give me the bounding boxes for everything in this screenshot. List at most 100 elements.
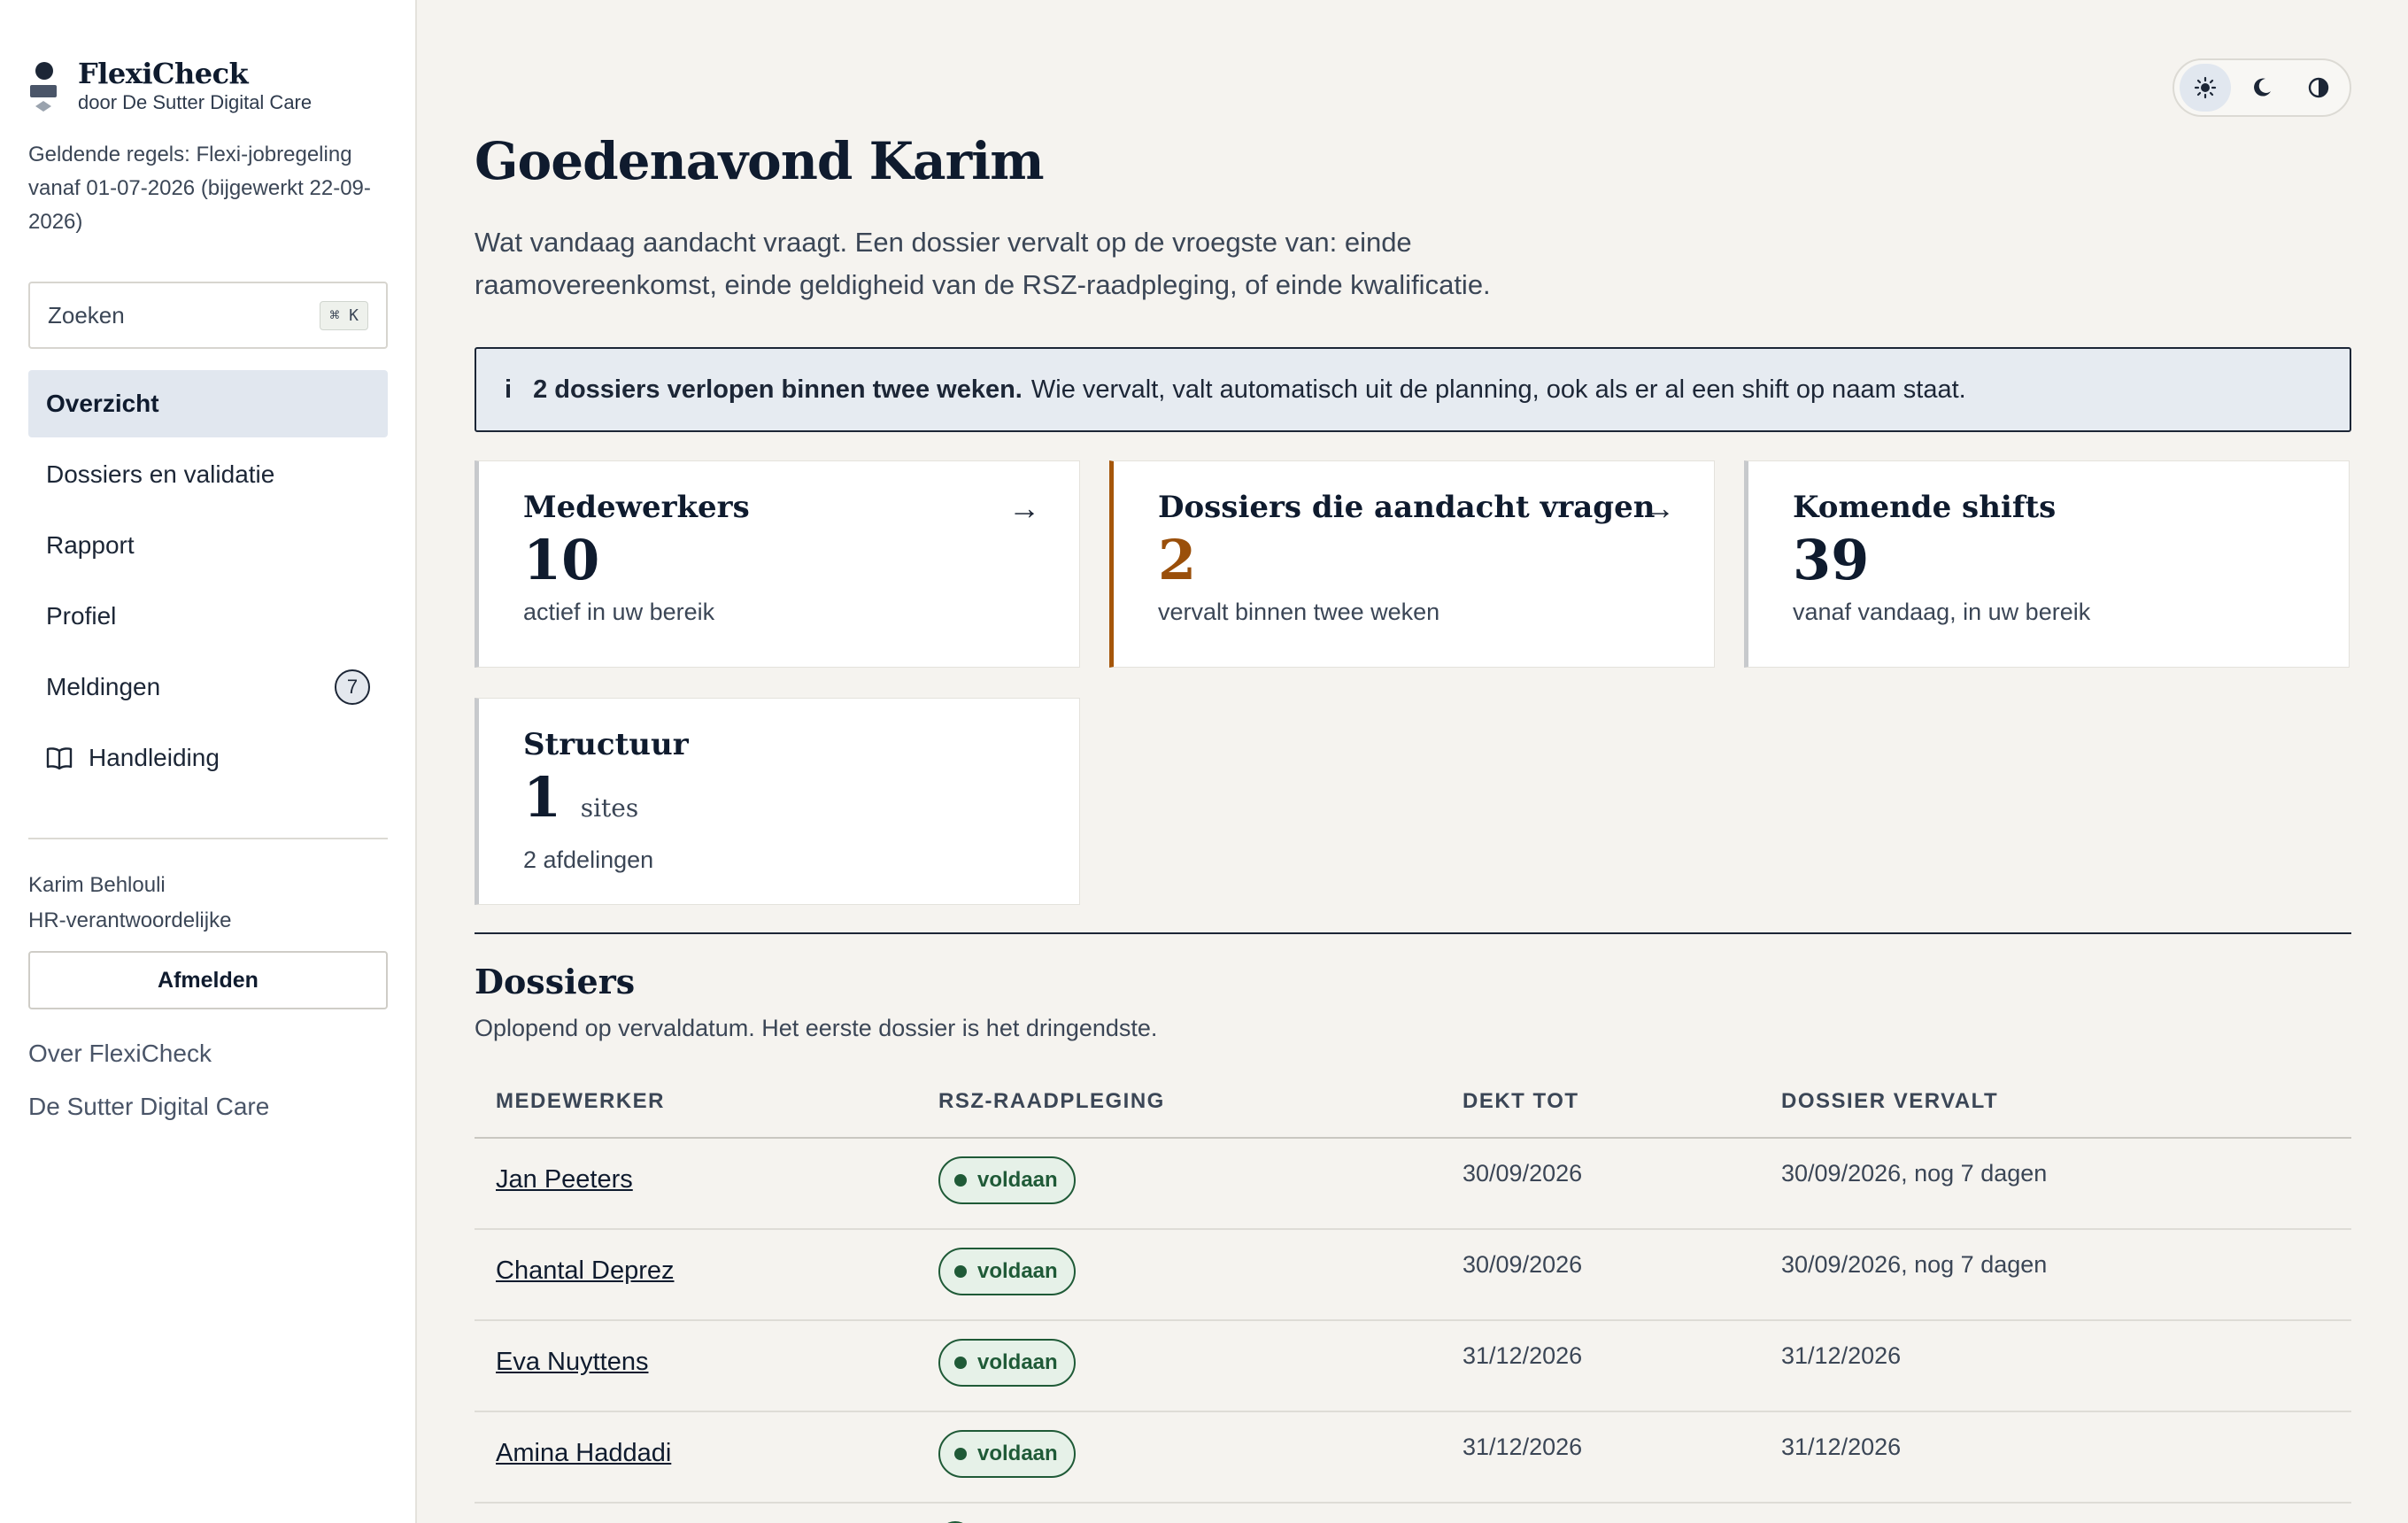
card-title: Medewerkers	[523, 490, 750, 525]
status-label: voldaan	[977, 1350, 1058, 1374]
brand[interactable]: FlexiCheck door De Sutter Digital Care	[28, 57, 312, 117]
employee-link[interactable]: Chantal Deprez	[496, 1256, 675, 1286]
company-link[interactable]: De Sutter Digital Care	[28, 1093, 269, 1121]
sidebar-item-label: Rapport	[46, 531, 135, 559]
user-name: Karim Behlouli	[28, 873, 166, 897]
sidebar: FlexiCheck door De Sutter Digital Care G…	[0, 0, 417, 1523]
search-label: Zoeken	[48, 301, 125, 329]
sidebar-item-dossiers[interactable]: Dossiers en validatie	[28, 441, 388, 508]
table-row: Chantal Deprez voldaan 30/09/2026 30/09/…	[475, 1230, 2351, 1321]
card-value: 39	[1793, 528, 1870, 592]
card-komende-shifts: Komende shifts 39 vanaf vandaag, in uw b…	[1744, 460, 2350, 668]
card-title: Komende shifts	[1793, 490, 2057, 525]
employee-link[interactable]: Jan Peeters	[496, 1165, 633, 1194]
covers-until: 31/12/2026	[1463, 1342, 1583, 1369]
status-badge: voldaan	[938, 1339, 1076, 1387]
rules-notice: Geldende regels: Flexi-jobregeling vanaf…	[28, 143, 371, 234]
employee-link[interactable]: Eva Nuyttens	[496, 1348, 648, 1377]
sidebar-item-rapport[interactable]: Rapport	[28, 512, 388, 579]
sidebar-item-label: Dossiers en validatie	[46, 460, 275, 488]
card-structuur: Structuur 1 sites 2 afdelingen	[475, 698, 1080, 905]
dossiers-table: MEDEWERKER RSZ-RAADPLEGING DEKT TOT DOSS…	[475, 1077, 2351, 1523]
status-dot-icon	[954, 1448, 967, 1460]
card-subtitle: 2 afdelingen	[523, 847, 654, 873]
dossier-expires: 30/09/2026, nog 7 dagen	[1781, 1251, 2048, 1278]
logo-icon	[28, 62, 58, 117]
theme-light-button[interactable]	[2180, 64, 2231, 112]
card-title: Structuur	[523, 727, 689, 762]
theme-toggle	[2173, 58, 2351, 117]
sidebar-divider	[28, 838, 388, 839]
page-title: Goedenavond Karim	[475, 131, 1045, 191]
card-subtitle: vervalt binnen twee weken	[1158, 599, 1440, 625]
about-link[interactable]: Over FlexiCheck	[28, 1040, 212, 1068]
status-label: voldaan	[977, 1168, 1058, 1192]
sidebar-item-label: Overzicht	[46, 390, 159, 417]
status-dot-icon	[954, 1265, 967, 1278]
brand-subtitle: door De Sutter Digital Care	[78, 91, 313, 113]
dossier-expires: 30/09/2026, nog 7 dagen	[1781, 1160, 2048, 1187]
card-medewerkers[interactable]: Medewerkers → 10 actief in uw bereik	[475, 460, 1080, 668]
card-value: 1 sites	[523, 764, 1079, 842]
search-shortcut: ⌘ K	[320, 300, 368, 330]
covers-until: 30/09/2026	[1463, 1251, 1583, 1278]
table-row: Amina Haddadi voldaan 31/12/2026 31/12/2…	[475, 1412, 2351, 1504]
status-label: voldaan	[977, 1442, 1058, 1465]
card-subtitle: vanaf vandaag, in uw bereik	[1793, 599, 2091, 625]
arrow-right-icon: →	[1643, 490, 1675, 526]
card-subtitle: actief in uw bereik	[523, 599, 715, 625]
sidebar-nav: Overzicht Dossiers en validatie Rapport …	[28, 370, 388, 795]
sidebar-item-label: Profiel	[46, 602, 117, 630]
alert-text: Wie vervalt, valt automatisch uit de pla…	[1030, 375, 1966, 404]
status-badge: voldaan	[938, 1430, 1076, 1478]
brand-title: FlexiCheck	[78, 57, 249, 90]
theme-dark-button[interactable]	[2236, 64, 2288, 112]
dossier-expires: 31/12/2026	[1781, 1434, 1902, 1460]
table-row: Jan Peeters voldaan 30/09/2026 30/09/202…	[475, 1139, 2351, 1230]
card-value: 2	[1158, 528, 1197, 592]
column-header: MEDEWERKER	[496, 1089, 666, 1113]
status-dot-icon	[954, 1357, 967, 1369]
sidebar-item-meldingen[interactable]: Meldingen 7	[28, 653, 388, 721]
table-row: Eva Nuyttens voldaan 31/12/2026 31/12/20…	[475, 1321, 2351, 1412]
covers-until: 30/09/2026	[1463, 1160, 1583, 1187]
contrast-icon	[2308, 77, 2329, 98]
column-header: DEKT TOT	[1463, 1089, 1579, 1113]
expiry-alert: i 2 dossiers verlopen binnen twee weken.…	[475, 347, 2351, 432]
notification-count-badge: 7	[335, 669, 370, 705]
user-role: HR-verantwoordelijke	[28, 908, 232, 932]
theme-contrast-button[interactable]	[2293, 64, 2344, 112]
sidebar-item-label: Meldingen	[46, 673, 161, 700]
sidebar-item-profiel[interactable]: Profiel	[28, 583, 388, 650]
sidebar-item-handleiding[interactable]: Handleiding	[28, 724, 388, 792]
status-badge: voldaan	[938, 1156, 1076, 1204]
table-row	[475, 1504, 2351, 1523]
table-header: MEDEWERKER RSZ-RAADPLEGING DEKT TOT DOSS…	[475, 1077, 2351, 1139]
card-value: 10	[523, 528, 600, 592]
sidebar-item-overzicht[interactable]: Overzicht	[28, 370, 388, 437]
sidebar-item-label: Handleiding	[89, 744, 220, 771]
status-label: voldaan	[977, 1259, 1058, 1283]
section-subtitle: Oplopend op vervaldatum. Het eerste doss…	[475, 1015, 1158, 1041]
employee-link[interactable]: Amina Haddadi	[496, 1439, 671, 1468]
alert-bold: 2 dossiers verlopen binnen twee weken.	[533, 375, 1023, 404]
info-icon: i	[505, 375, 513, 404]
search-input[interactable]: Zoeken ⌘ K	[28, 282, 388, 349]
card-value-unit: sites	[580, 793, 639, 823]
column-header: DOSSIER VERVALT	[1781, 1089, 1999, 1113]
card-dossiers-attention[interactable]: Dossiers die aandacht vragen → 2 vervalt…	[1109, 460, 1715, 668]
logout-button[interactable]: Afmelden	[28, 951, 388, 1009]
status-dot-icon	[954, 1174, 967, 1187]
status-badge: voldaan	[938, 1248, 1076, 1295]
arrow-right-icon: →	[1008, 490, 1040, 526]
book-icon	[46, 747, 73, 769]
card-value-number: 1	[523, 765, 562, 830]
page-intro: Wat vandaag aandacht vraagt. Een dossier…	[475, 227, 1491, 300]
dossier-expires: 31/12/2026	[1781, 1342, 1902, 1369]
card-title: Dossiers die aandacht vragen	[1158, 490, 1656, 525]
moon-icon	[2254, 78, 2271, 97]
section-divider	[475, 932, 2351, 934]
column-header: RSZ-RAADPLEGING	[938, 1089, 1165, 1113]
sun-icon	[2194, 76, 2217, 99]
covers-until: 31/12/2026	[1463, 1434, 1583, 1460]
